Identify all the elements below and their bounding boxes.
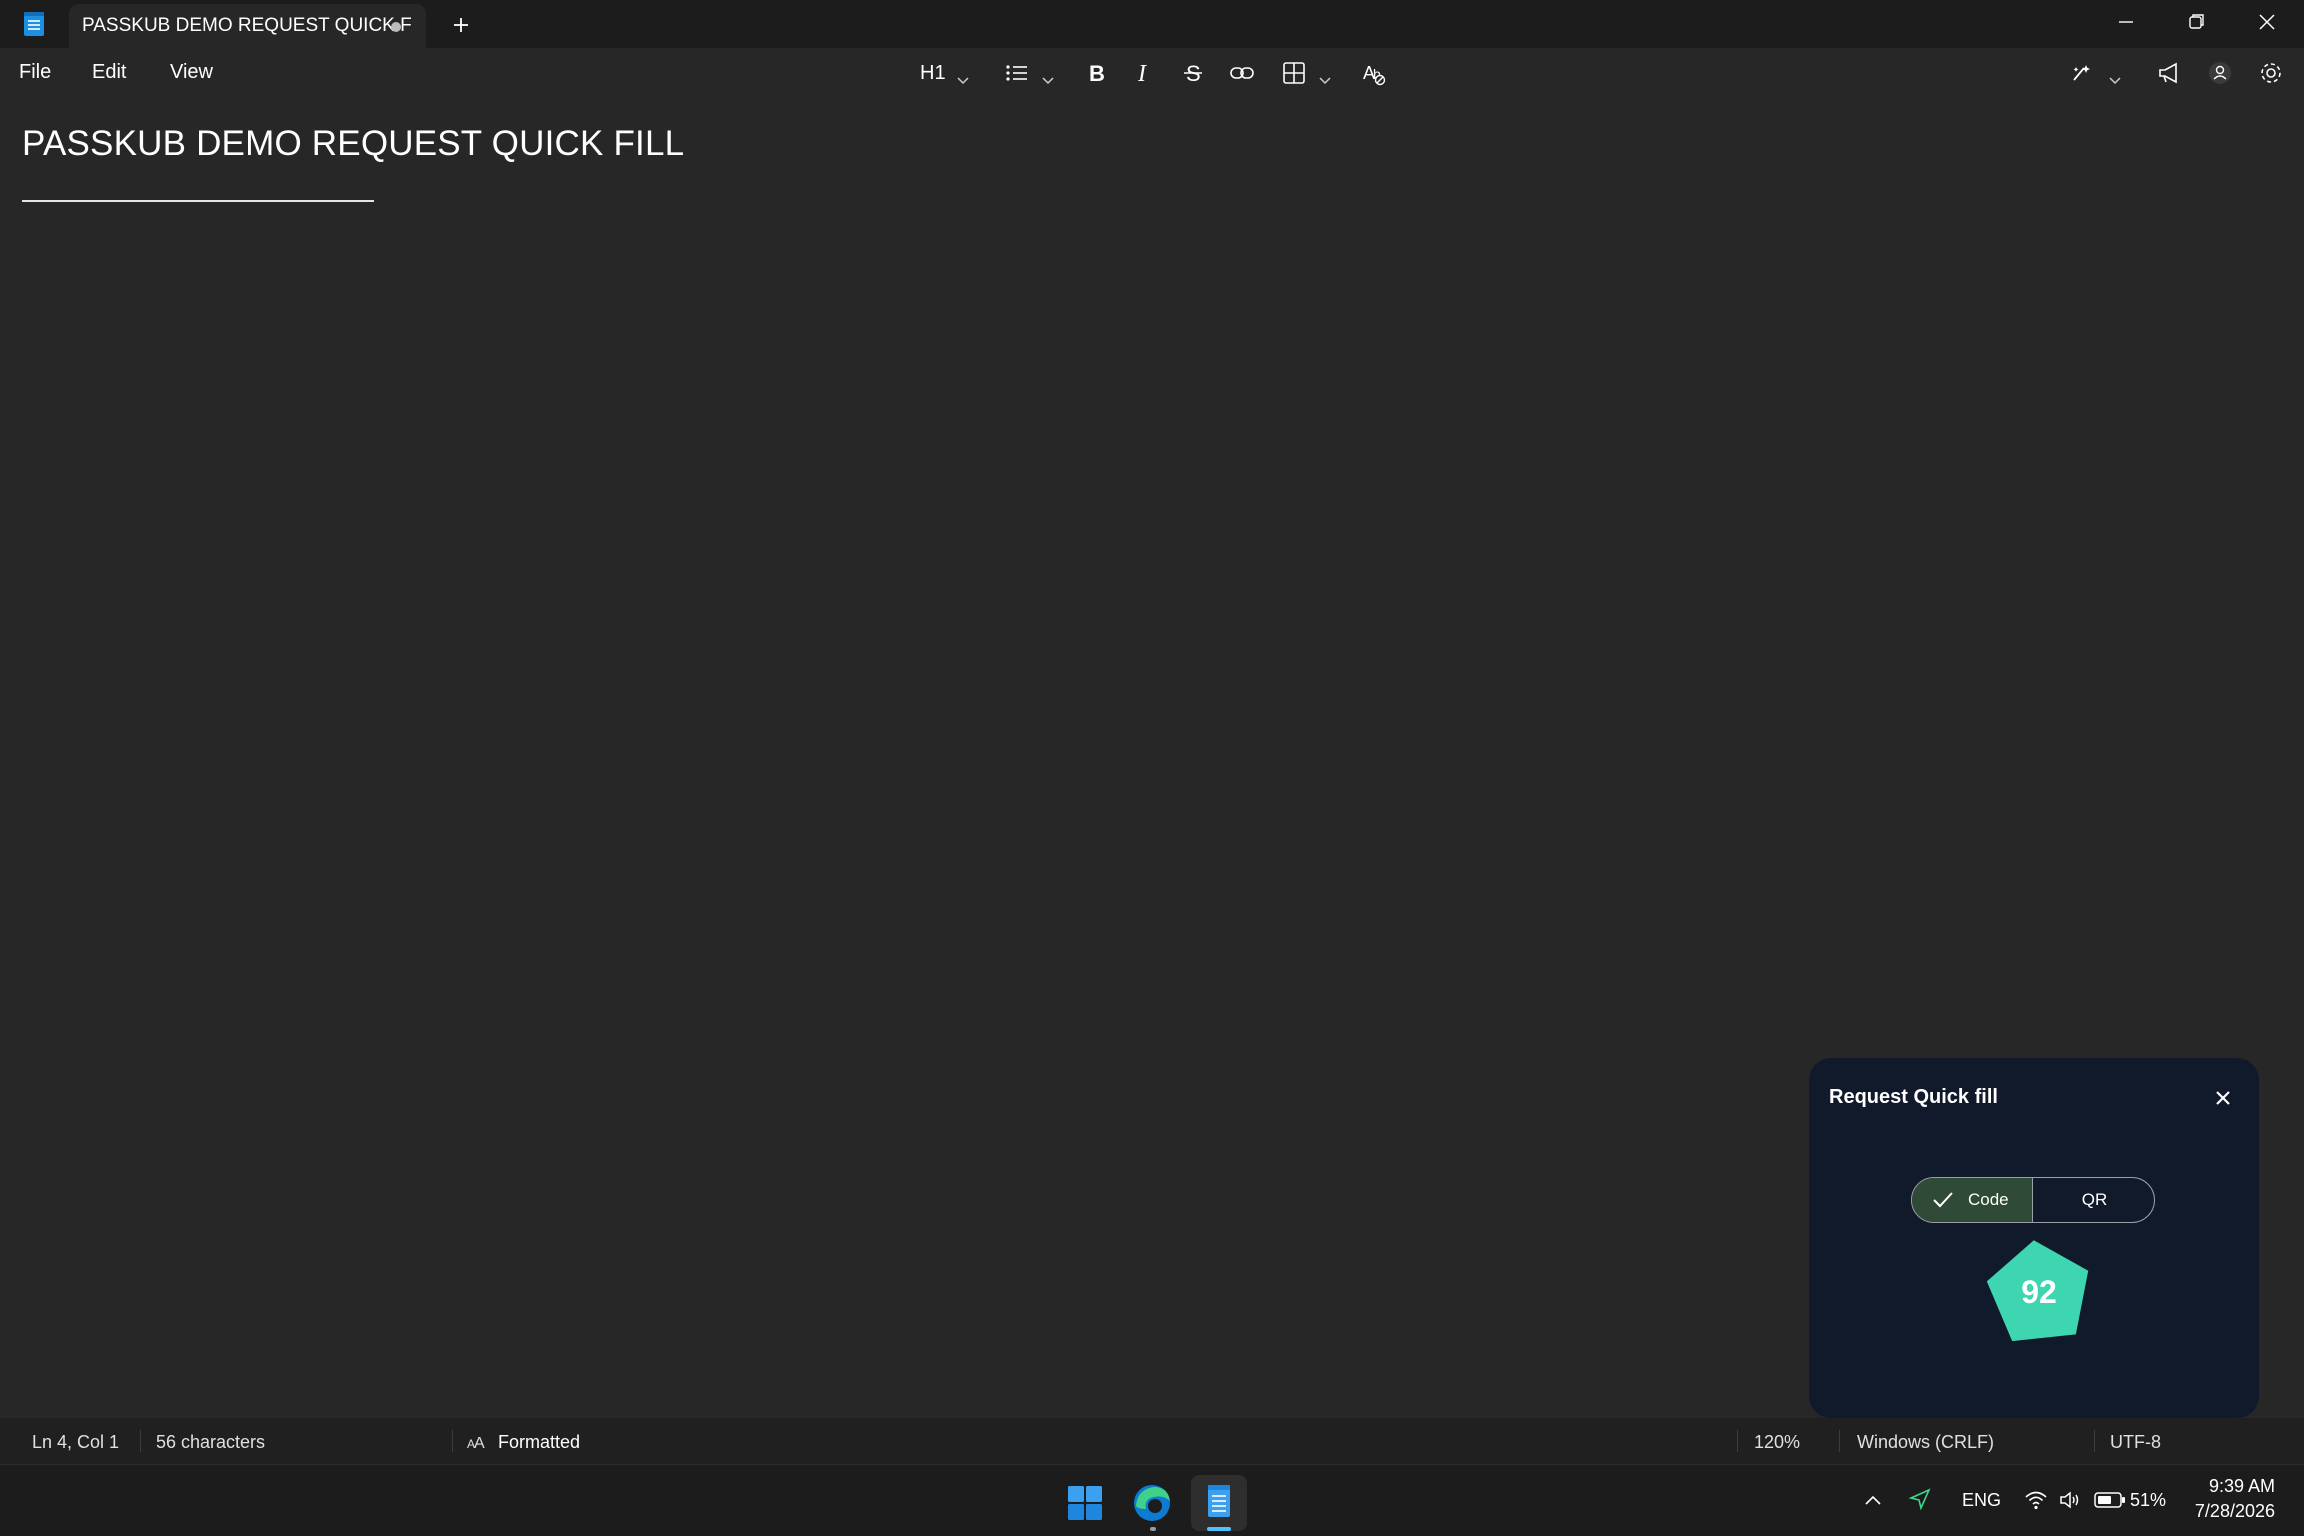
document-heading[interactable]: PASSKUB DEMO REQUEST QUICK FILL: [22, 124, 684, 164]
checkmark-icon: [1933, 1192, 1953, 1208]
quick-fill-popup: Request Quick fill Code QR 92: [1809, 1058, 2259, 1418]
divider: [1737, 1430, 1738, 1452]
account-avatar-icon[interactable]: [2207, 58, 2233, 88]
minimize-icon: [2119, 21, 2133, 23]
italic-icon[interactable]: I: [1134, 58, 1156, 88]
taskbar-edge[interactable]: [1124, 1475, 1180, 1531]
segment-qr[interactable]: QR: [2033, 1178, 2154, 1222]
chevron-down-icon[interactable]: [1041, 66, 1055, 96]
clear-formatting-icon[interactable]: A b: [1362, 58, 1388, 88]
settings-gear-icon[interactable]: [2258, 58, 2284, 88]
new-tab-button[interactable]: [448, 12, 474, 38]
clock-date[interactable]: 7/28/2026: [2187, 1501, 2275, 1522]
svg-text:B: B: [1089, 61, 1105, 86]
cursor-position: Ln 4, Col 1: [32, 1432, 120, 1452]
segment-code[interactable]: Code: [1912, 1178, 2033, 1222]
popup-title: Request Quick fill: [1829, 1086, 1998, 1108]
notepad-icon: [1208, 1485, 1230, 1517]
link-icon[interactable]: [1229, 58, 1255, 88]
wifi-icon[interactable]: [2024, 1489, 2048, 1511]
svg-text:A: A: [474, 1435, 485, 1451]
segment-qr-label: QR: [2081, 1190, 2108, 1209]
horizontal-rule: [22, 200, 374, 202]
speaker-volume-icon[interactable]: [2058, 1489, 2082, 1511]
divider: [1839, 1430, 1840, 1452]
divider: [2094, 1430, 2095, 1452]
menu-edit[interactable]: Edit: [92, 61, 126, 84]
menu-file[interactable]: File: [19, 61, 51, 84]
active-indicator: [1207, 1527, 1231, 1531]
code-qr-toggle: Code QR: [1911, 1177, 2155, 1223]
divider: [452, 1430, 453, 1452]
chevron-down-icon[interactable]: [2108, 66, 2122, 96]
close-window-button[interactable]: [2249, 7, 2285, 37]
location-arrow-icon[interactable]: [1908, 1487, 1932, 1511]
menu-bar: File Edit View H1 B I S A b: [0, 48, 2304, 98]
segment-code-label: Code: [1968, 1190, 2009, 1209]
text-format-icon: A A: [467, 1435, 485, 1451]
minimize-button[interactable]: [2108, 7, 2144, 37]
chevron-down-icon[interactable]: [1318, 66, 1332, 96]
chevron-down-icon[interactable]: [956, 66, 970, 96]
battery-percent: 51%: [2130, 1490, 2167, 1510]
status-bar: Ln 4, Col 1 56 characters A A Formatted …: [0, 1418, 2304, 1464]
close-icon: [2216, 1091, 2230, 1105]
table-icon[interactable]: [1282, 58, 1306, 88]
heading-dropdown[interactable]: H1: [920, 62, 946, 85]
taskbar-notepad[interactable]: [1191, 1475, 1247, 1531]
copilot-rewrite-icon[interactable]: [2070, 58, 2096, 88]
document-tab[interactable]: PASSKUB DEMO REQUEST QUICK F: [69, 4, 426, 48]
strikethrough-icon[interactable]: S: [1182, 58, 1204, 88]
menu-view[interactable]: View: [170, 61, 213, 84]
code-value: 92: [2021, 1274, 2057, 1310]
svg-text:I: I: [1137, 61, 1147, 87]
clock-time[interactable]: 9:39 AM: [2207, 1476, 2275, 1497]
code-badge: 92: [1984, 1238, 2094, 1342]
close-icon: [2259, 14, 2275, 30]
language-indicator[interactable]: ENG: [1962, 1490, 2001, 1511]
character-count: 56 characters: [156, 1432, 266, 1452]
popup-close-button[interactable]: [2211, 1086, 2235, 1110]
encoding[interactable]: UTF-8: [2110, 1432, 2161, 1453]
notepad-app-icon: [21, 11, 47, 37]
title-bar: PASSKUB DEMO REQUEST QUICK F: [0, 0, 2304, 48]
taskbar: ENG 51% 9:39 AM 7/28/2026: [0, 1464, 2304, 1536]
megaphone-icon[interactable]: [2156, 58, 2182, 88]
running-indicator: [1150, 1527, 1156, 1531]
format-mode[interactable]: Formatted: [498, 1432, 580, 1453]
chevron-up-icon[interactable]: [1862, 1489, 1884, 1511]
unsaved-dot-icon[interactable]: [391, 22, 401, 32]
divider: [140, 1430, 141, 1452]
restore-icon: [2189, 14, 2204, 29]
edge-browser-icon: [1134, 1485, 1170, 1521]
tab-title: PASSKUB DEMO REQUEST QUICK F: [82, 15, 412, 36]
plus-icon: [454, 18, 468, 32]
windows-start-icon: [1068, 1486, 1102, 1520]
bold-icon[interactable]: B: [1086, 58, 1108, 88]
bullet-list-icon[interactable]: [1004, 58, 1030, 88]
start-button[interactable]: [1057, 1475, 1113, 1531]
zoom-level[interactable]: 120%: [1754, 1432, 1800, 1453]
line-ending[interactable]: Windows (CRLF): [1857, 1432, 1994, 1453]
battery-icon[interactable]: [2094, 1490, 2126, 1510]
restore-button[interactable]: [2178, 7, 2214, 37]
